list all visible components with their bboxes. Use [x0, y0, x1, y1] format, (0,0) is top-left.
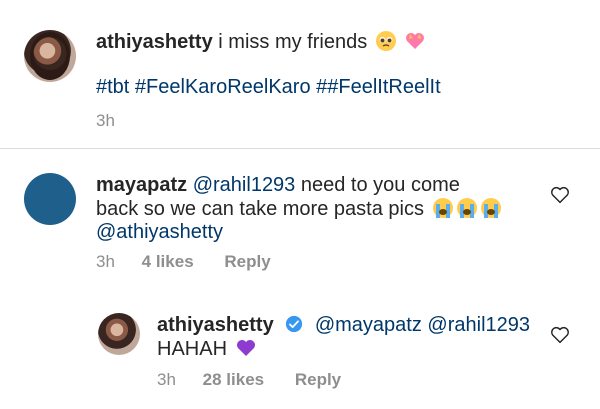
post-caption-line: athiyashetty i miss my friends: [96, 30, 426, 54]
comment-meta: 3h 4 likes Reply: [96, 252, 271, 272]
reply-button[interactable]: Reply: [224, 252, 270, 271]
reply-line-1: athiyashetty @mayapatz @rahil1293: [157, 313, 530, 337]
post-author-username[interactable]: athiyashetty: [96, 31, 213, 53]
post-timestamp: 3h: [96, 111, 115, 130]
crying-face-emoji: [456, 198, 477, 218]
comment-line-2: back so we can take more pasta pics: [96, 197, 502, 221]
like-heart-icon[interactable]: [549, 324, 571, 346]
commenter-username[interactable]: mayapatz: [96, 174, 187, 196]
comment-likes[interactable]: 4 likes: [142, 252, 194, 271]
comment-timestamp: 3h: [96, 252, 115, 271]
post-caption-text: i miss my friends: [218, 31, 368, 53]
post-author-avatar[interactable]: [24, 30, 76, 82]
commenter-avatar[interactable]: [24, 173, 76, 225]
crying-face-emoji: [432, 198, 453, 218]
like-heart-icon[interactable]: [549, 184, 571, 206]
pleading-face-emoji: [375, 31, 396, 51]
post-hashtags[interactable]: #tbt #FeelKaroReelKaro ##FeelItReelIt: [96, 75, 441, 99]
reply-mentions[interactable]: @mayapatz @rahil1293: [315, 314, 530, 336]
comment: mayapatz @rahil1293 need to you come bac…: [0, 149, 600, 289]
reply-meta: 3h 28 likes Reply: [157, 370, 341, 390]
heart-with-ribbon-emoji: [406, 33, 425, 49]
reply-button[interactable]: Reply: [295, 370, 341, 389]
reply-likes[interactable]: 28 likes: [203, 370, 264, 389]
verified-badge-icon: [286, 315, 303, 333]
reply-line-2: HAHAH: [157, 337, 257, 361]
crying-face-emoji: [480, 198, 501, 218]
comment-text: need to you come: [300, 174, 460, 196]
purple-heart-emoji: [236, 340, 255, 356]
replier-avatar[interactable]: [98, 313, 140, 355]
post-caption: athiyashetty i miss my friends #tbt #Fee…: [0, 0, 600, 148]
reply-text: HAHAH: [157, 338, 228, 360]
comment-text: back so we can take more pasta pics: [96, 198, 424, 220]
comment-line-1: mayapatz @rahil1293 need to you come: [96, 173, 460, 197]
comment-mention[interactable]: @rahil1293: [193, 174, 296, 196]
reply-timestamp: 3h: [157, 370, 176, 389]
replier-username[interactable]: athiyashetty: [157, 314, 274, 336]
comment-reply: athiyashetty @mayapatz @rahil1293 HAHAH …: [0, 289, 600, 409]
comment-mention[interactable]: @athiyashetty: [96, 220, 223, 244]
